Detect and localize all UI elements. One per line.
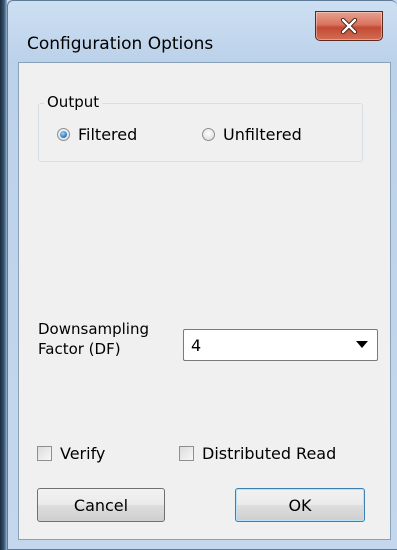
radio-filtered-indicator[interactable]	[57, 128, 70, 141]
distributed-read-checkbox-box[interactable]	[179, 446, 194, 461]
configuration-options-window: Configuration Options Output Filtered Un…	[0, 0, 397, 550]
cancel-button[interactable]: Cancel	[37, 488, 165, 522]
close-button[interactable]	[315, 11, 383, 41]
window-title: Configuration Options	[27, 34, 214, 54]
output-group-label: Output	[44, 93, 103, 111]
radio-filtered[interactable]: Filtered	[57, 125, 137, 144]
radio-unfiltered-label: Unfiltered	[223, 125, 302, 144]
downsampling-label-line1: Downsampling	[38, 320, 150, 338]
dialog-client-area: Output Filtered Unfiltered Downsampling …	[18, 62, 391, 540]
downsampling-factor-value: 4	[191, 335, 202, 355]
downsampling-label-line2: Factor (DF)	[38, 340, 121, 358]
distributed-read-checkbox-label: Distributed Read	[202, 444, 337, 463]
ok-button[interactable]: OK	[235, 488, 365, 522]
downsampling-factor-select[interactable]: 4	[183, 329, 378, 361]
background-window-edge	[0, 0, 7, 550]
radio-filtered-label: Filtered	[78, 125, 138, 144]
verify-checkbox-box[interactable]	[37, 446, 52, 461]
title-bar[interactable]: Configuration Options	[8, 1, 397, 57]
verify-checkbox[interactable]: Verify	[37, 444, 105, 463]
window-frame: Configuration Options Output Filtered Un…	[7, 0, 397, 550]
chevron-down-icon[interactable]	[356, 341, 368, 349]
radio-unfiltered[interactable]: Unfiltered	[202, 125, 302, 144]
downsampling-factor-label: Downsampling Factor (DF)	[38, 319, 168, 359]
verify-checkbox-label: Verify	[60, 444, 106, 463]
close-icon	[340, 18, 358, 34]
radio-unfiltered-indicator[interactable]	[202, 128, 215, 141]
distributed-read-checkbox[interactable]: Distributed Read	[179, 444, 336, 463]
